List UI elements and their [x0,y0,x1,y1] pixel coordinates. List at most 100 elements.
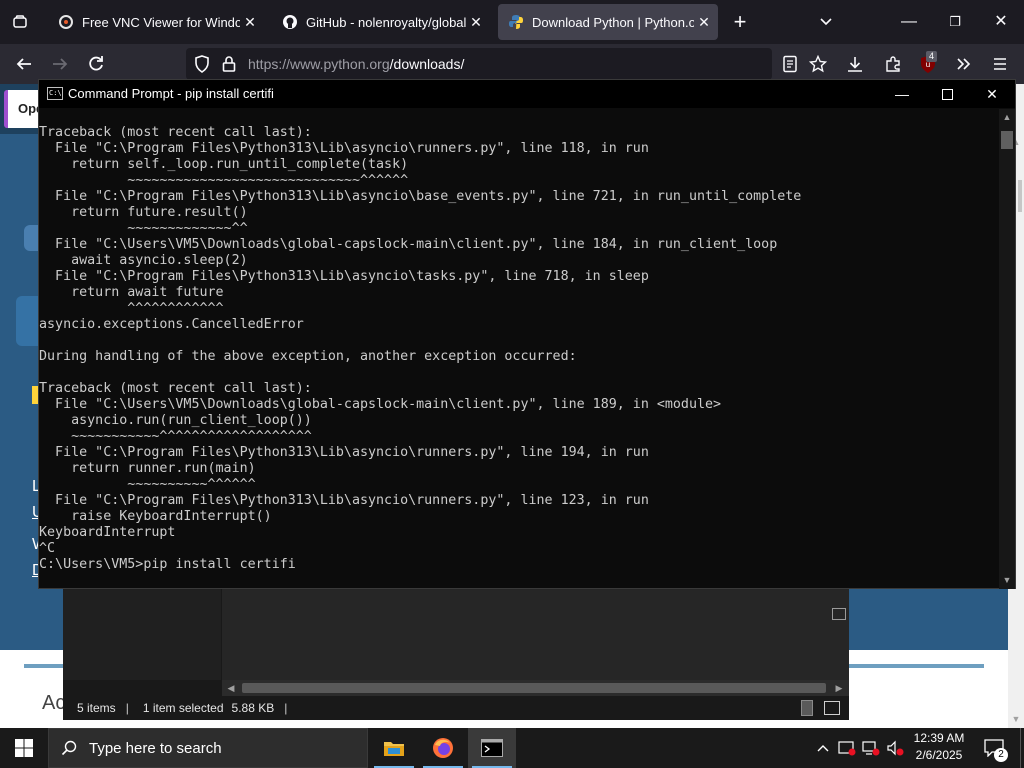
windows-logo-icon [15,739,33,757]
back-button[interactable] [6,44,42,84]
console-line: await asyncio.sleep(2) [39,253,248,268]
console-line: return runner.run(main) [39,461,256,476]
console-line: raise KeyboardInterrupt() [39,509,272,524]
taskbar-firefox[interactable] [419,728,467,768]
cmd-vertical-scrollbar[interactable] [999,109,1015,589]
console-line: asyncio.exceptions.CancelledError [39,317,304,332]
console-line: return await future [39,285,224,300]
restore-browser-button[interactable]: ❐ [940,0,970,44]
notification-badge: 2 [994,748,1008,762]
clock-time: 12:39 AM [913,731,965,745]
console-line: Traceback (most recent call last): [39,125,312,140]
search-icon [61,740,77,756]
browser-tab-vnc[interactable]: Free VNC Viewer for Windows, [ ✕ [48,4,264,40]
explorer-status-bar: 5 items | 1 item selected 5.88 KB | [63,696,849,720]
console-line: ~~~~~~~~~~~~~^^ [39,221,248,236]
lock-icon[interactable] [222,55,236,78]
forward-button[interactable] [42,44,78,84]
reload-button[interactable] [78,44,114,84]
page-partial-heading: Ac [42,692,66,714]
clock-date: 2/6/2025 [915,748,963,762]
new-tab-button[interactable]: + [728,0,752,44]
extension-badge: 4 [926,51,938,62]
shield-icon[interactable] [194,55,210,78]
close-tab-icon[interactable]: ✕ [240,14,260,31]
cmd-console-output[interactable]: Traceback (most recent call last): File … [39,125,999,585]
console-line: Traceback (most recent call last): [39,381,312,396]
console-line: ~~~~~~~~~~~~~~~~~~~~~~~~~~~~~^^^^^^ [39,173,409,188]
close-browser-button[interactable]: ✕ [986,0,1016,44]
cmd-maximize-button[interactable] [924,80,970,108]
url-text[interactable]: https://www.python.org/downloads/ [248,56,464,72]
browser-tab-python[interactable]: Download Python | Python.org ✕ [498,4,718,40]
taskbar-clock[interactable]: 12:39 AM 2/6/2025 [902,730,976,764]
console-line: File "C:\Users\VM5\Downloads\global-caps… [39,397,722,412]
cmd-scroll-up-icon[interactable]: ▲ [999,112,1015,122]
browser-tab-github[interactable]: GitHub - nolenroyalty/global-c ✕ [272,4,490,40]
taskbar-search-box[interactable]: Type here to search [48,728,368,768]
list-all-tabs-icon[interactable] [812,0,840,44]
show-desktop-button[interactable] [1020,728,1024,768]
cmd-minimize-button[interactable]: — [879,80,925,108]
console-line: asyncio.run(run_client_loop()) [39,413,312,428]
minimize-browser-button[interactable]: — [894,0,924,44]
cmd-window-title: Command Prompt - pip install certifi [68,86,274,101]
tab-title: Free VNC Viewer for Windows, [ [82,14,240,30]
console-line: File "C:\Program Files\Python313\Lib\asy… [39,189,802,204]
url-scheme-host: https://www.python.org [248,56,390,72]
ublock-origin-icon[interactable]: u [910,44,946,84]
console-line: File "C:\Program Files\Python313\Lib\asy… [39,269,649,284]
status-separator: | [284,701,288,715]
network-icon[interactable] [860,728,882,768]
vm-tray-icon[interactable] [836,728,858,768]
terminal-icon [481,739,503,757]
close-tab-icon[interactable]: ✕ [694,14,714,31]
close-tab-icon[interactable]: ✕ [466,14,486,31]
selection-size: 5.88 KB [231,701,275,715]
cmd-scroll-down-icon[interactable]: ▼ [999,575,1015,585]
console-line: ~~~~~~~~~~^^^^^^ [39,477,256,492]
vnc-icon [58,14,74,30]
tab-title: Download Python | Python.org [532,14,694,30]
cmd-close-button[interactable]: ✕ [969,80,1015,108]
extensions-icon[interactable] [875,44,911,84]
cmd-scrollbar-thumb[interactable] [1001,131,1013,149]
taskbar-command-prompt[interactable] [468,728,516,768]
large-icons-view-icon[interactable] [824,701,840,715]
console-line: KeyboardInterrupt [39,525,176,540]
page-decoration [16,296,38,346]
python-icon [508,14,524,30]
tab-list-icon[interactable] [4,0,36,44]
bookmark-star-icon[interactable] [800,44,836,84]
page-scroll-down-icon[interactable]: ▼ [1008,714,1024,724]
page-scrollbar-thumb[interactable] [1018,180,1022,212]
folder-icon [384,742,404,756]
github-icon [282,14,298,30]
console-line: File "C:\Users\VM5\Downloads\global-caps… [39,237,778,252]
start-button[interactable] [0,728,48,768]
console-line: File "C:\Program Files\Python313\Lib\asy… [39,141,649,156]
more-tools-icon[interactable] [946,44,982,84]
console-line: ^^^^^^^^^^^^ [39,301,224,316]
taskbar-file-explorer[interactable] [370,728,418,768]
console-line: ^C [39,541,56,556]
page-decoration [24,225,38,251]
notification-center-icon[interactable]: 2 [980,728,1008,768]
explorer-file-list[interactable] [222,588,849,680]
cmd-app-icon[interactable]: C:\ [47,87,63,100]
url-path: /downloads/ [389,56,465,72]
scroll-left-icon[interactable]: ◀ [226,683,236,694]
details-view-icon[interactable] [801,700,813,716]
console-line: return future.result() [39,205,248,220]
menu-icon[interactable] [982,44,1018,84]
show-hidden-icons-icon[interactable] [812,728,834,768]
downloads-icon[interactable] [837,44,873,84]
tab-title: GitHub - nolenroyalty/global-c [306,14,466,30]
scroll-right-icon[interactable]: ▶ [834,683,844,694]
explorer-nav-pane[interactable] [63,588,221,680]
search-placeholder: Type here to search [89,739,222,757]
explorer-scrollbar-thumb[interactable] [242,683,826,693]
status-separator: | [125,701,129,715]
